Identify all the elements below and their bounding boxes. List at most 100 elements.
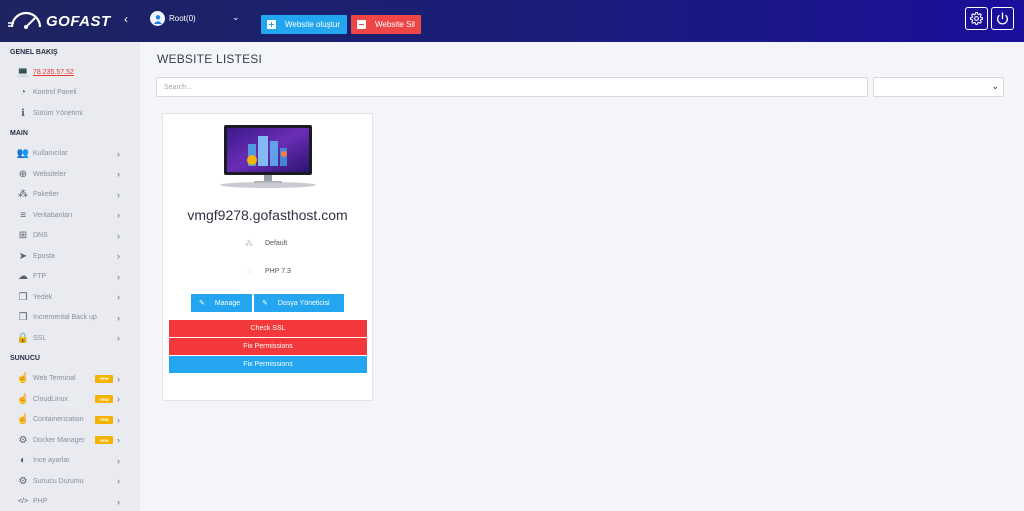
cubes-icon: ⁂ [245, 239, 253, 248]
chevron-right-icon: › [117, 169, 120, 180]
sidebar-item-s-r-m-y-netimi[interactable]: ℹ Sürüm Yönetimi [0, 103, 140, 124]
sidebar-item-label: PHP [33, 498, 48, 506]
sidebar-item-ssl[interactable]: 🔒 SSL › [0, 328, 140, 349]
chevron-right-icon: › [117, 476, 120, 487]
section-title-server: SUNUCU [10, 355, 40, 362]
chevron-right-icon: › [117, 373, 120, 384]
sidebar-item-eposta[interactable]: ➤ Eposta › [0, 246, 140, 267]
create-website-button[interactable]: Website oluştur [261, 15, 347, 34]
sidebar-item-label: DNS [33, 232, 48, 240]
sidebar-item-veritabanlar[interactable]: ≡ Veritabanları › [0, 205, 140, 226]
chevron-right-icon: › [117, 251, 120, 262]
create-website-label: Website oluştur [285, 20, 340, 29]
sidebar-collapse-button[interactable]: ‹ [124, 12, 128, 26]
search-input[interactable]: Search... [156, 77, 868, 97]
chevron-right-icon: › [117, 333, 120, 344]
chevron-right-icon: › [117, 271, 120, 282]
sidebar-item-paketler[interactable]: ⁂ Paketler › [0, 185, 140, 206]
file-manager-button[interactable]: ✎ Dosya Yöneticisi [254, 294, 344, 312]
chevron-down-icon: ⌄ [232, 12, 240, 22]
speedometer-logo-icon [8, 11, 42, 29]
logout-button[interactable] [991, 7, 1014, 30]
sidebar-item-web-terminal[interactable]: ☝ Web Terminal YENİ › [0, 369, 140, 390]
sidebar-item-label: Veritabanları [33, 211, 73, 219]
new-badge: YENİ [95, 436, 113, 444]
sidebar-item-label: FTP [33, 273, 47, 281]
sidebar-item-i-nce-ayarlar[interactable]: ◐ İnce ayarlar › [0, 451, 140, 472]
page-title: WEBSITE LISTESI [157, 52, 263, 66]
power-icon [996, 12, 1009, 25]
chevron-down-icon: ⌄ [991, 81, 999, 91]
php-icon: ◌ [246, 267, 252, 276]
section-title-main: MAIN [10, 130, 28, 137]
sidebar-item-label: CloudLinux [33, 395, 69, 403]
sidebar-item-kullan-c-lar[interactable]: 👥 Kullanıcılar › [0, 144, 140, 165]
sitemap-icon: ⊞ [18, 230, 28, 242]
cog-icon: ⚙ [18, 475, 28, 487]
brand-name: GOFAST [46, 12, 111, 30]
hand-pointer-icon: ☝ [16, 373, 30, 385]
sidebar-item-label: Containerization [33, 416, 84, 424]
plus-square-icon [267, 20, 276, 29]
copy-icon: ❐ [18, 312, 28, 324]
main-content: WEBSITE LISTESI Search... ⌄ vmgf9278.gof… [140, 42, 1024, 511]
sidebar-item-label: Web Terminal [33, 375, 76, 383]
package-info: ⁂ Default [243, 239, 287, 248]
manage-label: Manage [214, 299, 241, 307]
packages-icon: ⁂ [18, 189, 28, 201]
sidebar-item-sunucu-durumu[interactable]: ⚙ Sunucu Durumu › [0, 471, 140, 492]
chevron-right-icon: › [117, 148, 120, 159]
manage-button[interactable]: ✎ Manage [191, 294, 252, 312]
copy-icon: ❐ [18, 291, 28, 303]
sidebar-item-php[interactable]: </> PHP › [0, 492, 140, 511]
php-version: PHP 7.3 [265, 268, 291, 275]
globe-icon: ⊕ [18, 168, 28, 180]
chevron-right-icon: › [117, 189, 120, 200]
user-menu[interactable]: Root(0) ⌄ [150, 11, 240, 26]
sidebar-item-dns[interactable]: ⊞ DNS › [0, 226, 140, 247]
cogs-icon: ⚙ [18, 434, 28, 446]
sidebar-item-websiteler[interactable]: ⊕ Websiteler › [0, 164, 140, 185]
filter-select[interactable]: ⌄ [873, 77, 1004, 97]
edit-icon: ✎ [262, 300, 268, 307]
chevron-right-icon: › [117, 435, 120, 446]
laptop-icon: 💻 [16, 66, 30, 78]
sidebar-item-label: Kontrol Paneli [33, 89, 77, 97]
hand-pointer-icon: ☝ [16, 414, 30, 426]
chevron-right-icon: › [117, 394, 120, 405]
sidebar-item-kontrol-paneli[interactable]: ◔ Kontrol Paneli [0, 83, 140, 104]
hand-pointer-icon: ☝ [16, 393, 30, 405]
sidebar-item-label: Yedek [33, 293, 53, 301]
sidebar-item-incremental-back-up[interactable]: ❐ Incremental Back up › [0, 308, 140, 329]
chevron-right-icon: › [117, 292, 120, 303]
settings-button[interactable] [965, 7, 988, 30]
sidebar-item-docker-manager[interactable]: ⚙ Docker Manager YENİ › [0, 430, 140, 451]
user-name: Root(0) [169, 14, 196, 23]
delete-website-button[interactable]: Website Sil [351, 15, 421, 34]
sidebar-item-yedek[interactable]: ❐ Yedek › [0, 287, 140, 308]
sidebar-item-label: Kullanıcılar [33, 150, 68, 158]
gear-icon [970, 12, 983, 25]
sidebar-item-containerization[interactable]: ☝ Containerization YENİ › [0, 410, 140, 431]
fix-permissions-button-alt[interactable]: Fix Permissions [169, 356, 367, 373]
new-badge: YENİ [95, 415, 113, 424]
sidebar-item-label: İnce ayarlar [33, 457, 70, 465]
check-ssl-button[interactable]: Check SSL [169, 320, 367, 337]
chevron-right-icon: › [117, 312, 120, 323]
sidebar-item-label: Sunucu Durumu [33, 477, 84, 485]
sidebar-item-78-235-57-52[interactable]: 💻 78.235.57.52 [0, 62, 140, 83]
sidebar: GENEL BAKIŞ 💻 78.235.57.52 ◔ Kontrol Paneli… [0, 42, 140, 511]
minus-square-icon [357, 20, 366, 29]
chevron-right-icon: › [117, 210, 120, 221]
php-info: ◌ PHP 7.3 [243, 267, 291, 276]
delete-website-label: Website Sil [375, 20, 415, 29]
logo[interactable]: GOFAST [8, 9, 111, 33]
paper-plane-icon: ➤ [18, 250, 28, 262]
package-name: Default [265, 240, 288, 247]
user-avatar-icon [150, 11, 165, 26]
sidebar-item-cloudlinux[interactable]: ☝ CloudLinux YENİ › [0, 389, 140, 410]
sidebar-item-ftp[interactable]: ☁ FTP › [0, 267, 140, 288]
sidebar-item-label: 78.235.57.52 [33, 68, 74, 76]
fix-permissions-button[interactable]: Fix Permissions [169, 338, 367, 355]
adjust-icon: ◐ [19, 455, 27, 467]
